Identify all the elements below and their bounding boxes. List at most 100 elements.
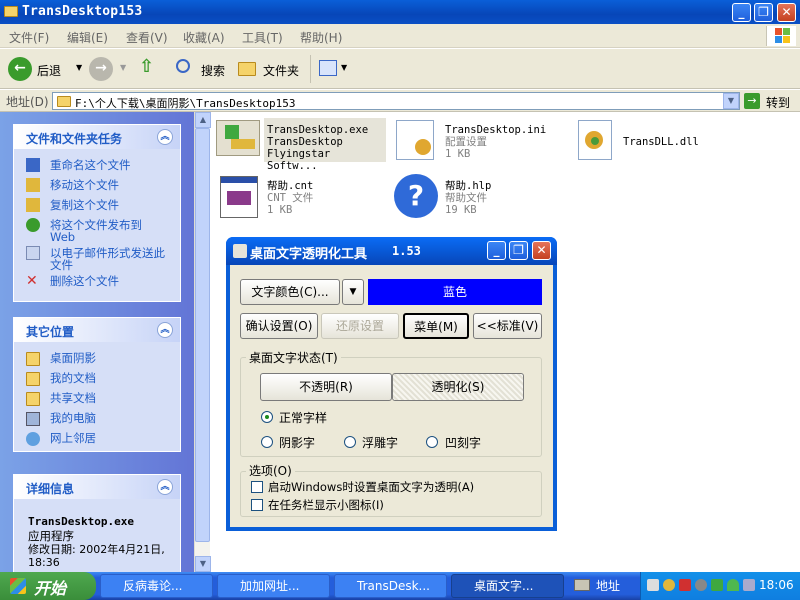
file-tasks-header[interactable]: 文件和文件夹任务 ︽ [14, 125, 180, 149]
menu-file[interactable]: 文件(F) [9, 29, 49, 46]
task-copy[interactable]: 复制这个文件 [50, 199, 119, 211]
start-button[interactable]: 开始 [0, 572, 96, 600]
dialog-maximize-button[interactable]: ❐ [509, 241, 528, 260]
dialog-close-button[interactable]: ✕ [532, 241, 551, 260]
other-places-header[interactable]: 其它位置 ︽ [14, 318, 180, 342]
details-header[interactable]: 详细信息 ︽ [14, 475, 180, 499]
file-item[interactable]: ? 帮助.hlp 帮助文件 19 KB [392, 172, 564, 218]
minimize-button[interactable]: _ [732, 3, 751, 22]
radio-emboss[interactable] [344, 436, 356, 448]
folders-button[interactable]: 文件夹 [236, 57, 304, 81]
task-move[interactable]: 移动这个文件 [50, 179, 119, 191]
file-name: 帮助.hlp [445, 180, 492, 192]
address-toolbar-label[interactable]: 地址 [596, 577, 620, 594]
scroll-down-button[interactable]: ▼ [195, 556, 211, 572]
keyboard-icon [574, 579, 590, 591]
color-preview: 蓝色 [368, 279, 542, 305]
menu-help[interactable]: 帮助(H) [300, 29, 342, 46]
tray-icon[interactable] [695, 579, 707, 591]
menu-view[interactable]: 查看(V) [126, 29, 168, 46]
task-email[interactable]: 以电子邮件形式发送此文件 [50, 247, 170, 271]
tray-icon[interactable] [711, 579, 723, 591]
text-color-button[interactable]: 文字颜色(C)... [240, 279, 340, 305]
email-icon [26, 246, 40, 260]
views-button[interactable]: ▼ [317, 58, 351, 80]
transparent-button[interactable]: 透明化(S) [392, 373, 524, 401]
radio-shadow[interactable] [261, 436, 273, 448]
place-shared-documents[interactable]: 共享文档 [50, 392, 96, 404]
transparency-dialog: 桌面文字透明化工具 1.53 _ ❐ ✕ 文字颜色(C)... ▼ 蓝色 确认设… [226, 237, 557, 531]
opaque-button[interactable]: 不透明(R) [260, 373, 392, 401]
radio-normal-label: 正常字样 [279, 411, 328, 425]
clock[interactable]: 18:06 [759, 578, 794, 592]
taskbar-item[interactable]: TransDesk... [334, 574, 447, 598]
vertical-scrollbar[interactable]: ▲ ▼ [194, 112, 211, 572]
taskbar-item-active[interactable]: 桌面文字... [451, 574, 564, 598]
dropdown-arrow-icon[interactable]: ▼ [76, 63, 82, 72]
scroll-thumb[interactable] [195, 128, 210, 542]
window-titlebar[interactable]: TransDesktop153 _ ❐ ✕ [0, 0, 800, 24]
collapse-icon[interactable]: ︽ [157, 479, 173, 495]
rename-icon [26, 158, 40, 172]
place-my-documents[interactable]: 我的文档 [50, 372, 96, 384]
task-pane: 文件和文件夹任务 ︽ 重命名这个文件 移动这个文件 复制这个文件 将这个文件发布到… [0, 112, 194, 572]
restore-settings-button[interactable]: 还原设置 [321, 313, 399, 339]
task-rename[interactable]: 重命名这个文件 [50, 159, 131, 171]
task-publish[interactable]: 将这个文件发布到 Web [50, 219, 170, 243]
file-item[interactable]: 帮助.cnt CNT 文件 1 KB [214, 172, 386, 218]
radio-engrave[interactable] [426, 436, 438, 448]
tray-icon[interactable] [727, 579, 739, 591]
up-folder-icon[interactable]: ⇧ [139, 56, 159, 80]
standard-toggle-button[interactable]: <<标准(V) [473, 313, 542, 339]
menu-favorites[interactable]: 收藏(A) [183, 29, 225, 46]
details-modified: 修改日期: 2002年4月21日, 18:36 [28, 543, 165, 569]
tray-icon-checkbox[interactable] [251, 499, 263, 511]
address-dropdown-button[interactable]: ▼ [723, 93, 739, 109]
file-name: 帮助.cnt [267, 180, 314, 192]
scroll-up-button[interactable]: ▲ [195, 112, 211, 128]
tray-icon[interactable] [743, 579, 755, 591]
radio-engrave-label: 凹刻字 [445, 436, 482, 450]
task-delete[interactable]: 删除这个文件 [50, 275, 119, 287]
startup-checkbox[interactable] [251, 481, 263, 493]
file-item[interactable]: TransDLL.dll [572, 116, 744, 162]
tray-icon[interactable] [647, 579, 659, 591]
place-network[interactable]: 网上邻居 [50, 432, 96, 444]
menu-edit[interactable]: 编辑(E) [67, 29, 108, 46]
toolbar: ← 后退 ▼ → ▼ ⇧ 搜索 文件夹 ▼ [0, 49, 800, 89]
dialog-minimize-button[interactable]: _ [487, 241, 506, 260]
radio-normal[interactable] [261, 411, 273, 423]
network-icon [26, 432, 40, 446]
menu-tools[interactable]: 工具(T) [242, 29, 283, 46]
maximize-button[interactable]: ❐ [754, 3, 773, 22]
forward-button[interactable]: → [89, 57, 113, 81]
place-desktop-shadow[interactable]: 桌面阴影 [50, 352, 96, 364]
search-button[interactable]: 搜索 [174, 57, 232, 81]
go-button[interactable]: → 转到 [744, 92, 798, 110]
copy-icon [26, 198, 40, 212]
taskbar-item[interactable]: 加加网址... [217, 574, 330, 598]
file-item[interactable]: TransDesktop.ini 配置设置 1 KB [392, 116, 564, 162]
close-button[interactable]: ✕ [777, 3, 796, 22]
tray-icon[interactable] [663, 579, 675, 591]
tray-icon[interactable] [679, 579, 691, 591]
address-input[interactable]: F:\个人下载\桌面阴影\TransDesktop153 ▼ [52, 92, 740, 110]
search-icon [176, 59, 190, 73]
menu-button[interactable]: 菜单(M) [403, 313, 469, 339]
folder-icon [57, 96, 71, 107]
details-panel: 详细信息 ︽ TransDesktop.exe 应用程序 修改日期: 2002年4… [13, 474, 181, 572]
dialog-titlebar[interactable]: 桌面文字透明化工具 1.53 _ ❐ ✕ [226, 237, 557, 265]
delete-icon: ✕ [26, 273, 38, 289]
ini-config-icon [396, 120, 434, 160]
windows-flag-icon [10, 578, 26, 594]
place-my-computer[interactable]: 我的电脑 [50, 412, 96, 424]
confirm-settings-button[interactable]: 确认设置(O) [240, 313, 318, 339]
taskbar-item-label: 桌面文字... [474, 579, 534, 593]
collapse-icon[interactable]: ︽ [157, 129, 173, 145]
taskbar-item[interactable]: 反病毒论... [100, 574, 213, 598]
collapse-icon[interactable]: ︽ [157, 322, 173, 338]
back-button[interactable]: ← 后退 ▼ [8, 57, 88, 81]
forward-dropdown-icon[interactable]: ▼ [120, 63, 126, 72]
file-item[interactable]: TransDesktop.exe TransDesktop Flyingstar… [214, 116, 386, 172]
color-dropdown-button[interactable]: ▼ [342, 279, 364, 305]
